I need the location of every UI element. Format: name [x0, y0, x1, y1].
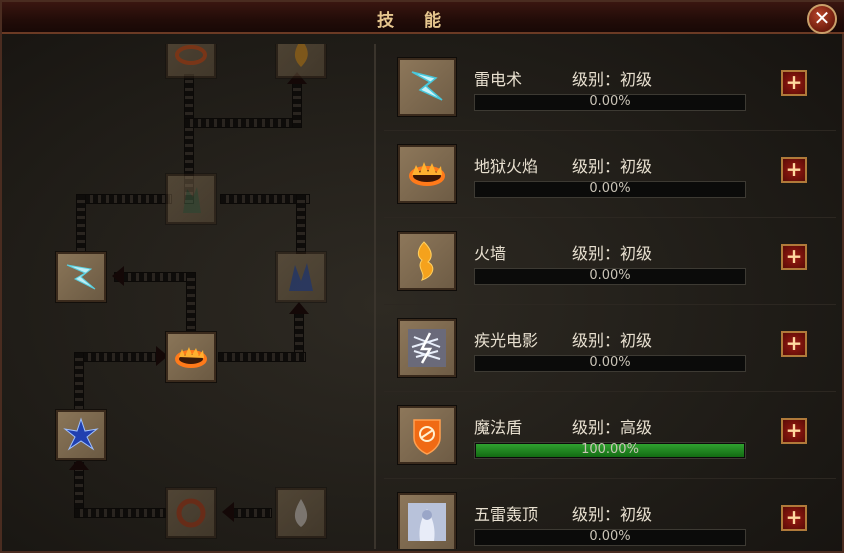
tree-path	[74, 352, 158, 362]
thunder-icon	[408, 503, 446, 541]
skill-progress-bar: 0.00%	[474, 529, 746, 546]
lightning-icon	[411, 71, 443, 101]
skill-list-panel: 雷电术 级别：初级 0.00% + 地狱火焰 级别：初级 0.00% + 火墙 …	[384, 44, 836, 549]
flame-icon	[295, 44, 308, 67]
skill-progress-bar: 0.00%	[474, 94, 746, 111]
tree-node-hell-fire[interactable]	[166, 332, 216, 382]
light-beam-icon	[408, 329, 446, 367]
skill-progress-text: 0.00%	[589, 94, 631, 109]
skills-window: 技能 ✕ 雷电术 级别：初级 0.00% + 地狱火焰 级别：初级 0.00% …	[0, 0, 844, 553]
skill-name: 疾光电影	[474, 331, 539, 350]
skill-level: 级别：初级	[572, 505, 653, 524]
skill-tree-panel	[8, 44, 376, 549]
blue-burst-icon	[63, 417, 99, 451]
skill-upgrade-button[interactable]: +	[781, 331, 807, 357]
tree-node-hellfire-top[interactable]	[166, 44, 216, 78]
tree-path	[296, 194, 306, 254]
skill-icon-slot[interactable]	[398, 319, 456, 377]
skill-upgrade-button[interactable]: +	[781, 157, 807, 183]
magic-shield-icon	[413, 419, 441, 455]
skill-icon-slot[interactable]	[398, 145, 456, 203]
tree-path	[184, 118, 299, 128]
skill-upgrade-button[interactable]: +	[781, 418, 807, 444]
tree-node-blue-burst[interactable]	[56, 410, 106, 460]
fire-ring-icon	[175, 45, 207, 65]
tree-node-flame-top[interactable]	[276, 44, 326, 78]
skill-name: 火墙	[474, 244, 507, 263]
tree-arrow	[222, 502, 234, 522]
tree-arrow	[112, 266, 124, 286]
skill-progress-bar: 0.00%	[474, 181, 746, 198]
skill-name: 地狱火焰	[474, 157, 539, 176]
skill-progress-text: 100.00%	[581, 442, 639, 457]
skill-row: 疾光电影 级别：初级 0.00% +	[384, 305, 836, 392]
tree-node-fire-circle[interactable]	[166, 488, 216, 538]
skill-row: 五雷轰顶 级别：初级 0.00% +	[384, 479, 836, 549]
blue-storm-icon	[289, 263, 313, 291]
lightning-icon	[66, 264, 96, 290]
tree-path	[114, 272, 196, 282]
skill-icon-slot[interactable]	[398, 493, 456, 549]
skill-level: 级别：初级	[572, 244, 653, 263]
skill-progress-bar: 100.00%	[474, 442, 746, 459]
tree-path	[74, 508, 166, 518]
tree-path	[76, 194, 172, 204]
skill-icon-slot[interactable]	[398, 406, 456, 464]
skill-row: 火墙 级别：初级 0.00% +	[384, 218, 836, 305]
tree-node-shadow[interactable]	[166, 174, 216, 224]
fire-ring-icon	[409, 162, 445, 186]
skill-level: 级别：高级	[572, 418, 653, 437]
skill-progress-text: 0.00%	[589, 268, 631, 283]
shadow-figure-icon	[183, 187, 201, 213]
skill-row: 雷电术 级别：初级 0.00% +	[384, 44, 836, 131]
skill-upgrade-button[interactable]: +	[781, 244, 807, 270]
skill-progress-text: 0.00%	[589, 529, 631, 544]
tree-path	[292, 82, 302, 128]
skill-progress-text: 0.00%	[589, 181, 631, 196]
window-title: 技能	[377, 11, 471, 31]
tree-node-blue-storm[interactable]	[276, 252, 326, 302]
skill-icon-slot[interactable]	[398, 232, 456, 290]
fire-ring-icon	[175, 347, 207, 368]
tree-path	[232, 508, 272, 518]
title-bar: 技能 ✕	[2, 2, 844, 34]
skill-name: 雷电术	[474, 70, 523, 89]
skill-name: 五雷轰顶	[474, 505, 539, 524]
skill-progress-bar: 0.00%	[474, 355, 746, 372]
close-button[interactable]: ✕	[807, 4, 837, 34]
skill-level: 级别：初级	[572, 70, 653, 89]
tree-path	[218, 352, 306, 362]
skill-level: 级别：初级	[572, 331, 653, 350]
fire-circle-icon	[176, 498, 206, 528]
skill-upgrade-button[interactable]: +	[781, 505, 807, 531]
tree-node-white-flame[interactable]	[276, 488, 326, 538]
tree-path	[74, 352, 84, 410]
tree-path	[186, 272, 196, 332]
skill-icon-slot[interactable]	[398, 58, 456, 116]
skill-progress-bar: 0.00%	[474, 268, 746, 285]
skill-upgrade-button[interactable]: +	[781, 70, 807, 96]
tree-node-lightning[interactable]	[56, 252, 106, 302]
fire-wall-icon	[417, 241, 434, 281]
skill-name: 魔法盾	[474, 418, 523, 437]
skill-row: 魔法盾 级别：高级 100.00% +	[384, 392, 836, 479]
tree-arrow	[289, 302, 309, 314]
skill-row: 地狱火焰 级别：初级 0.00% +	[384, 131, 836, 218]
skill-progress-text: 0.00%	[589, 355, 631, 370]
skill-level: 级别：初级	[572, 157, 653, 176]
tree-path	[76, 194, 86, 254]
white-flame-icon	[294, 499, 308, 527]
